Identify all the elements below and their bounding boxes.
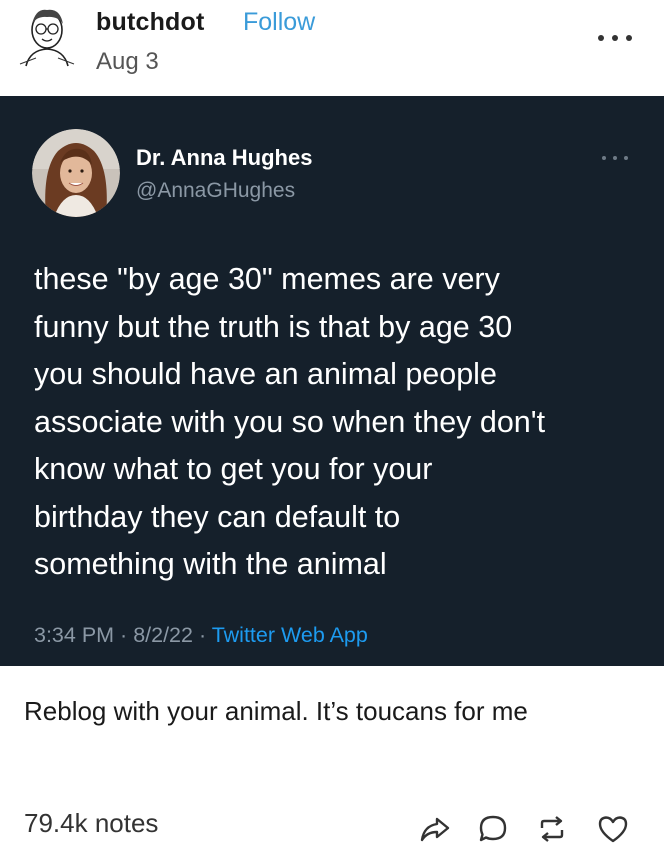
share-icon[interactable]	[418, 812, 452, 846]
embedded-tweet-screenshot: Dr. Anna Hughes @AnnaGHughes these "by a…	[0, 96, 664, 666]
like-icon[interactable]	[596, 812, 630, 846]
follow-button[interactable]: Follow	[243, 8, 315, 37]
tweet-display-name: Dr. Anna Hughes	[136, 145, 313, 170]
blog-avatar[interactable]	[16, 4, 78, 68]
blog-name[interactable]: butchdot	[96, 8, 205, 37]
reblog-icon[interactable]	[535, 812, 569, 846]
tweet-text: these "by age 30" memes are very funny b…	[34, 262, 546, 581]
reply-icon[interactable]	[476, 812, 510, 846]
tweet-more-icon	[602, 155, 628, 161]
tweet-source: Twitter Web App	[211, 623, 368, 647]
post-header: butchdot Follow Aug 3	[0, 0, 664, 96]
more-horizontal-icon[interactable]	[598, 32, 632, 44]
post-date: Aug 3	[96, 48, 159, 75]
tweet-time: 3:34 PM	[34, 623, 115, 647]
post-caption: Reblog with your animal. It’s toucans fo…	[24, 696, 528, 726]
meta-separator: ·	[114, 623, 134, 647]
tweet-date: 8/2/22	[133, 623, 193, 647]
tweet-avatar	[32, 129, 120, 217]
tweet-handle: @AnnaGHughes	[136, 179, 296, 202]
tweet-meta: 3:34 PM · 8/2/22 · Twitter Web App	[34, 623, 368, 648]
meta-separator: ·	[192, 623, 212, 647]
post-actions	[0, 808, 664, 848]
